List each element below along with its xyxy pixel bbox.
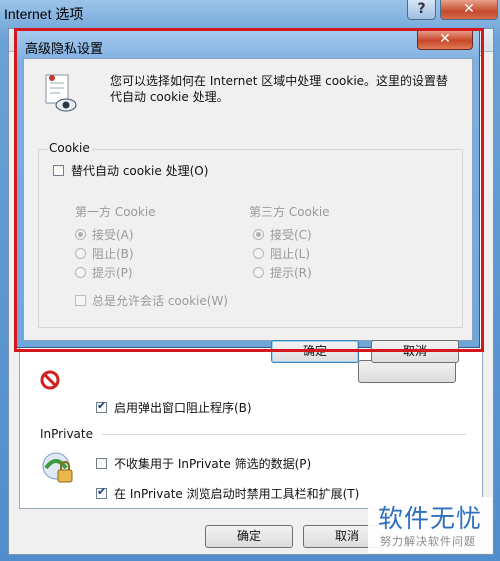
- popup-blocker-icon: [40, 370, 60, 390]
- session-cookie-label: 总是允许会话 cookie(W): [92, 294, 228, 308]
- dialog-title: 高级隐私设置: [25, 42, 104, 57]
- help-button[interactable]: ?: [407, 0, 436, 20]
- popup-settings-button[interactable]: [358, 360, 456, 383]
- third-party-heading: 第三方 Cookie: [249, 205, 330, 219]
- dialog-description: 您可以选择如何在 Internet 区域中处理 cookie。这里的设置替代自动…: [110, 74, 449, 104]
- watermark-title: 软件无忧: [378, 504, 483, 533]
- dialog-ok-button[interactable]: 确定: [271, 340, 359, 363]
- watermark-subtitle: 努力解决软件问题: [380, 535, 476, 548]
- dialog-close-button[interactable]: ✕: [417, 30, 473, 50]
- override-automatic-cookie-label: 替代自动 cookie 处理(O): [71, 164, 209, 178]
- third-party-prompt-label: 提示(R): [270, 266, 312, 280]
- third-party-prompt-radio[interactable]: [253, 267, 264, 278]
- third-party-block-label: 阻止(L): [270, 247, 311, 261]
- inprivate-no-collect-label: 不收集用于 InPrivate 筛选的数据(P): [114, 457, 312, 471]
- inprivate-no-collect-checkbox[interactable]: [96, 458, 107, 469]
- advanced-privacy-dialog: 高级隐私设置 ✕ 您可以选择如何在 Internet 区域中处理 cookie。…: [16, 30, 480, 363]
- inprivate-group-label: InPrivate: [40, 427, 93, 441]
- cookie-group-label: Cookie: [47, 141, 92, 155]
- first-party-heading: 第一方 Cookie: [75, 205, 156, 219]
- first-party-prompt-radio[interactable]: [75, 267, 86, 278]
- third-party-accept-radio[interactable]: [253, 229, 264, 240]
- session-cookie-checkbox[interactable]: [75, 295, 86, 306]
- popup-blocker-checkbox[interactable]: [96, 399, 107, 413]
- inprivate-disable-toolbars-label: 在 InPrivate 浏览启动时禁用工具栏和扩展(T): [114, 487, 360, 501]
- third-party-block-radio[interactable]: [253, 248, 264, 259]
- first-party-prompt-label: 提示(P): [92, 266, 133, 280]
- window-title: Internet 选项: [4, 6, 84, 22]
- inprivate-disable-toolbars-checkbox[interactable]: [96, 485, 107, 499]
- dialog-client-area: 您可以选择如何在 Internet 区域中处理 cookie。这里的设置替代自动…: [23, 58, 473, 363]
- cookie-groupbox: Cookie 替代自动 cookie 处理(O) 第一方 Cookie 第三方 …: [38, 141, 463, 328]
- popup-blocker-label: 启用弹出窗口阻止程序(B): [114, 401, 252, 415]
- site-watermark: 软件无忧 努力解决软件问题: [368, 497, 492, 553]
- first-party-accept-radio[interactable]: [75, 229, 86, 240]
- first-party-block-label: 阻止(B): [92, 247, 134, 261]
- group-divider: [102, 434, 466, 435]
- window-close-button[interactable]: ✕: [440, 0, 498, 20]
- first-party-accept-label: 接受(A): [92, 228, 134, 242]
- first-party-block-radio[interactable]: [75, 248, 86, 259]
- third-party-accept-label: 接受(C): [270, 228, 312, 242]
- dialog-cancel-button[interactable]: 取消: [371, 340, 459, 363]
- override-automatic-cookie-checkbox[interactable]: [53, 165, 64, 176]
- ok-button[interactable]: 确定: [205, 525, 293, 548]
- privacy-document-icon: [45, 74, 77, 112]
- inprivate-shield-icon: [42, 452, 73, 483]
